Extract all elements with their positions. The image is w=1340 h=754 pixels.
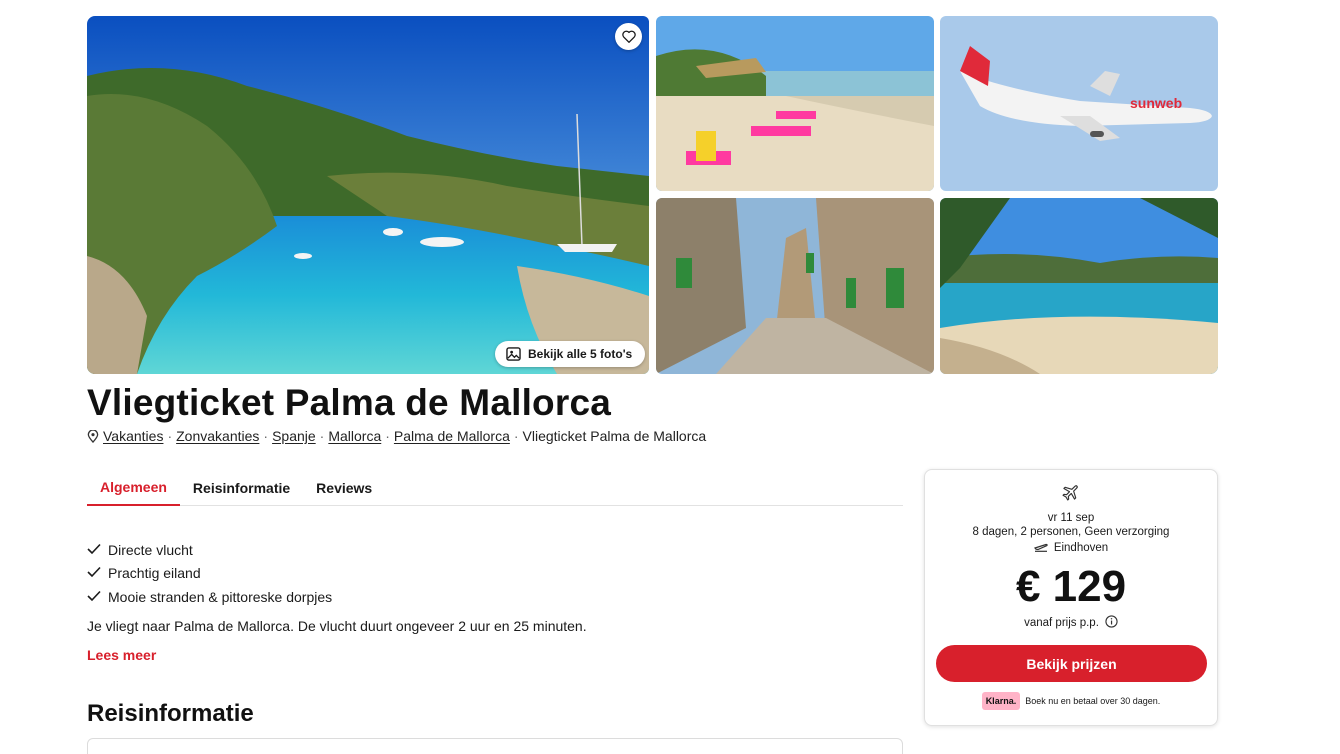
page-title: Vliegticket Palma de Mallorca bbox=[87, 382, 612, 423]
view-all-photos-label: Bekijk alle 5 foto's bbox=[528, 347, 633, 361]
reisinformatie-panel bbox=[87, 738, 903, 754]
check-icon bbox=[87, 589, 108, 605]
travel-date: vr 11 sep bbox=[1047, 512, 1095, 524]
view-all-photos-button[interactable]: Bekijk alle 5 foto's bbox=[495, 341, 646, 367]
heart-icon bbox=[621, 30, 636, 43]
usp-label: Directe vlucht bbox=[108, 541, 193, 558]
departure-icon bbox=[1033, 541, 1048, 555]
main-photo-cove[interactable]: Bekijk alle 5 foto's bbox=[87, 16, 649, 374]
photo-sunweb-airplane[interactable]: sunweb bbox=[940, 16, 1218, 191]
departure-label: Eindhoven bbox=[1053, 542, 1109, 554]
check-icon bbox=[87, 565, 108, 581]
check-icon bbox=[87, 542, 108, 558]
usp-item: Prachtig eiland bbox=[87, 562, 332, 586]
photo-gallery: Bekijk alle 5 foto's sunweb bbox=[87, 16, 1218, 374]
breadcrumb-separator: · bbox=[385, 428, 390, 444]
klarna-logo: Klarna. bbox=[981, 692, 1021, 710]
photo-bay-pine-trees[interactable] bbox=[940, 198, 1218, 374]
gallery-icon bbox=[506, 347, 521, 361]
price-note: vanaf prijs p.p. bbox=[925, 615, 1217, 631]
description-text: Je vliegt naar Palma de Mallorca. De vlu… bbox=[87, 618, 587, 634]
favorite-button[interactable] bbox=[615, 23, 642, 50]
tab-bar: Algemeen Reisinformatie Reviews bbox=[87, 470, 903, 506]
breadcrumb-separator: · bbox=[263, 428, 269, 444]
klarna-notice: Klarna. Boek nu en betaal over 30 dagen. bbox=[925, 692, 1217, 710]
breadcrumb: Vakanties · Zonvakanties · Spanje · Mall… bbox=[87, 428, 706, 444]
tab-reviews[interactable]: Reviews bbox=[303, 470, 385, 506]
breadcrumb-link-mallorca[interactable]: Mallorca bbox=[328, 428, 381, 444]
breadcrumb-separator: · bbox=[319, 428, 325, 444]
klarna-text: Boek nu en betaal over 30 dagen. bbox=[1025, 696, 1161, 706]
travel-details: 8 dagen, 2 personen, Geen verzorging bbox=[972, 526, 1170, 538]
usp-list: Directe vlucht Prachtig eiland Mooie str… bbox=[87, 538, 332, 609]
plane-icon bbox=[1061, 482, 1081, 507]
breadcrumb-separator: · bbox=[167, 428, 173, 444]
svg-text:sunweb: sunweb bbox=[1130, 95, 1182, 111]
usp-label: Prachtig eiland bbox=[108, 565, 201, 582]
breadcrumb-link-zonvakanties[interactable]: Zonvakanties bbox=[176, 428, 259, 444]
tab-algemeen[interactable]: Algemeen bbox=[87, 470, 180, 506]
view-prices-button[interactable]: Bekijk prijzen bbox=[936, 645, 1207, 682]
tab-reisinformatie[interactable]: Reisinformatie bbox=[180, 470, 303, 506]
info-icon[interactable] bbox=[1105, 615, 1118, 631]
usp-item: Directe vlucht bbox=[87, 538, 332, 562]
usp-item: Mooie stranden & pittoreske dorpjes bbox=[87, 585, 332, 609]
breadcrumb-link-spanje[interactable]: Spanje bbox=[272, 428, 316, 444]
read-more-link[interactable]: Lees meer bbox=[87, 647, 156, 663]
breadcrumb-link-palma[interactable]: Palma de Mallorca bbox=[394, 428, 510, 444]
breadcrumb-link-vakanties[interactable]: Vakanties bbox=[103, 428, 163, 444]
price-value: € 129 bbox=[1015, 562, 1127, 611]
departure-airport: Eindhoven bbox=[925, 541, 1217, 555]
photo-village-street[interactable] bbox=[656, 198, 934, 374]
usp-label: Mooie stranden & pittoreske dorpjes bbox=[108, 588, 333, 605]
price-note-label: vanaf prijs p.p. bbox=[1024, 617, 1099, 629]
photo-beach-loungers[interactable] bbox=[656, 16, 934, 191]
breadcrumb-separator: · bbox=[513, 428, 519, 444]
location-pin-icon bbox=[87, 429, 99, 443]
breadcrumb-current: Vliegticket Palma de Mallorca bbox=[522, 428, 707, 444]
section-heading-reisinformatie: Reisinformatie bbox=[87, 700, 254, 727]
price-card: vr 11 sep 8 dagen, 2 personen, Geen verz… bbox=[924, 469, 1218, 726]
